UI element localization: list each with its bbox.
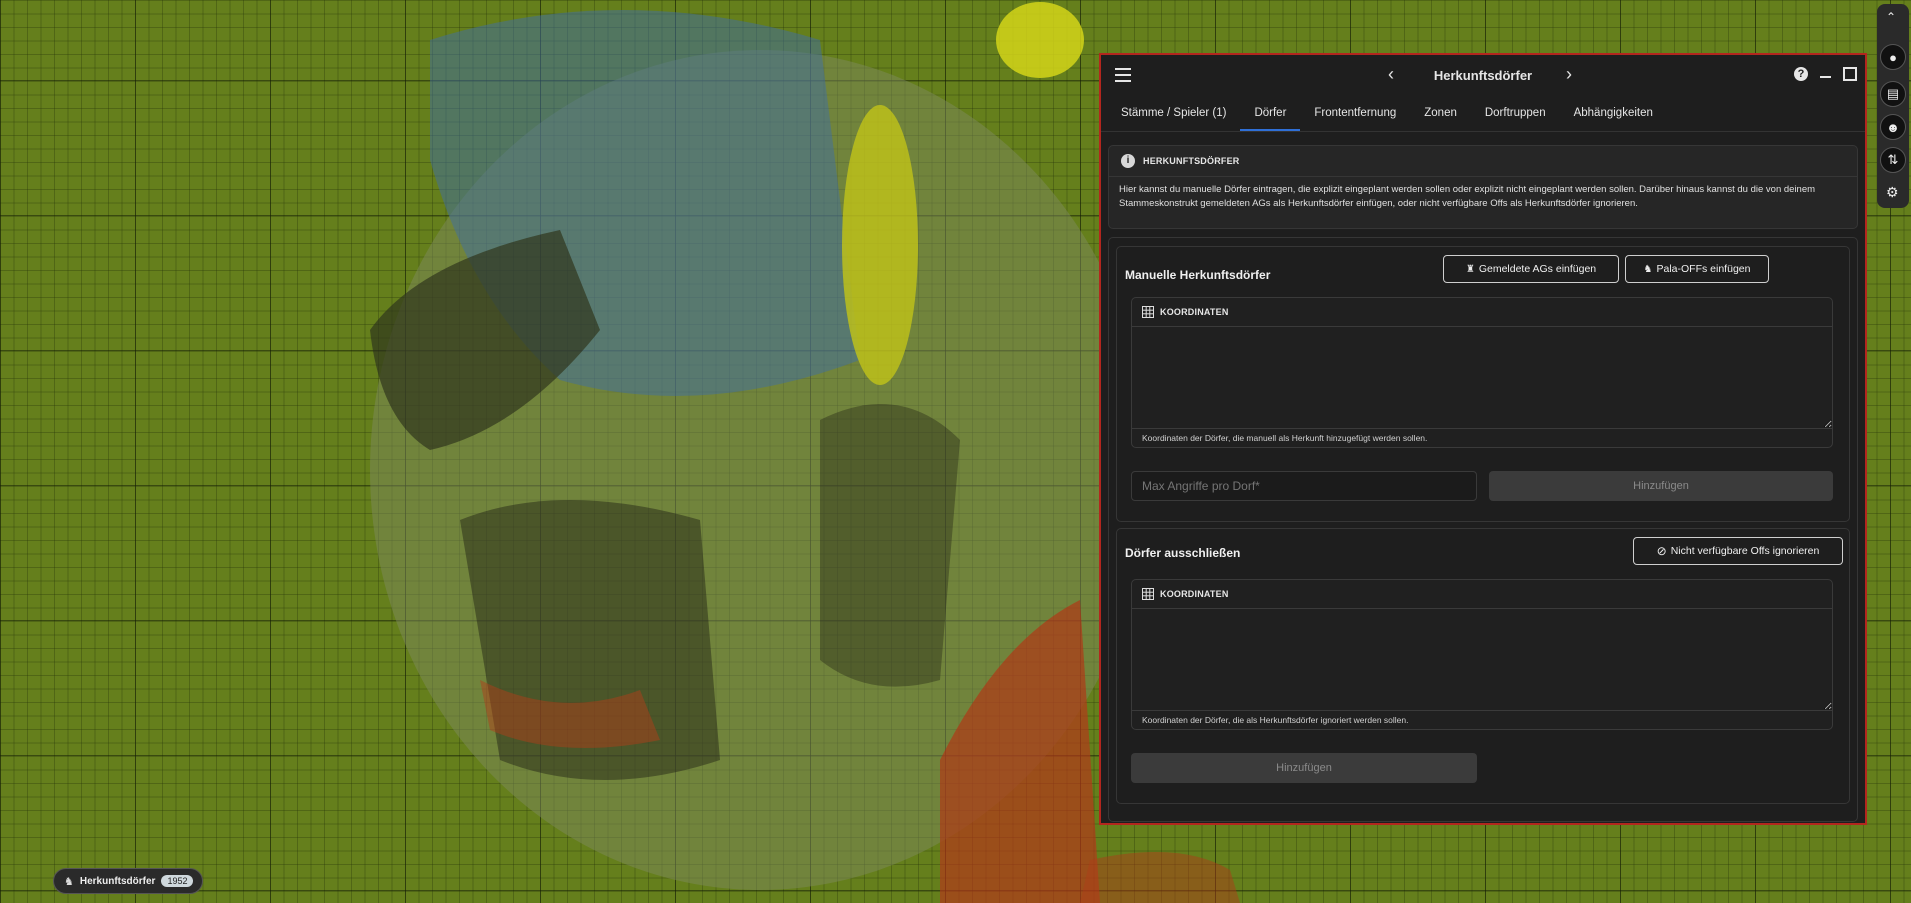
exclude-villages-title: Dörfer ausschließen — [1125, 546, 1241, 560]
manual-add-button[interactable]: Hinzufügen — [1489, 471, 1833, 501]
tab-frontentfernung[interactable]: Frontentfernung — [1300, 97, 1410, 131]
user-icon[interactable]: ☻ — [1880, 114, 1906, 140]
tab-dorftruppen[interactable]: Dorftruppen — [1471, 97, 1560, 131]
exclude-villages-section: Dörfer ausschließen ⊘ Nicht verfügbare O… — [1116, 528, 1850, 804]
info-heading: HERKUNFTSDÖRFER — [1143, 156, 1240, 166]
status-label: Herkunftsdörfer — [79, 875, 156, 887]
chevron-up-icon[interactable]: ⌃ — [1886, 10, 1896, 24]
insert-pala-offs-button[interactable]: ♞ Pala-OFFs einfügen — [1625, 255, 1769, 283]
manual-villages-title: Manuelle Herkunftsdörfer — [1125, 268, 1271, 282]
sort-arrows-icon[interactable]: ⇅ — [1880, 147, 1906, 173]
coin-icon[interactable]: ● — [1880, 44, 1906, 70]
panel-title: Herkunftsdörfer — [1433, 68, 1533, 83]
tab-bar: Stämme / Spieler (1) Dörfer Frontentfern… — [1101, 97, 1865, 132]
block-icon: ⊘ — [1656, 544, 1667, 558]
insert-pala-offs-label: Pala-OFFs einfügen — [1656, 263, 1751, 275]
help-icon[interactable]: ? — [1794, 67, 1808, 81]
ignore-unavailable-offs-label: Nicht verfügbare Offs ignorieren — [1670, 545, 1820, 557]
side-toolbar: ⌃ ● ▤ ☻ ⇅ ⚙ — [1877, 4, 1909, 208]
manual-coordinates-help: Koordinaten der Dörfer, die manuell als … — [1142, 433, 1428, 443]
grid-icon — [1142, 588, 1154, 600]
ignore-unavailable-offs-button[interactable]: ⊘ Nicht verfügbare Offs ignorieren — [1633, 537, 1843, 565]
chevron-right-icon[interactable]: › — [1566, 65, 1572, 83]
herkunftsdoerfer-status-pill[interactable]: ♞ Herkunftsdörfer 1952 — [53, 868, 203, 894]
minimize-icon[interactable] — [1820, 66, 1831, 78]
status-count-badge: 1952 — [161, 875, 194, 887]
manual-coordinates-field: KOORDINATEN Koordinaten der Dörfer, die … — [1131, 297, 1833, 448]
exclude-add-button[interactable]: Hinzufügen — [1131, 753, 1477, 783]
tab-staemme-spieler[interactable]: Stämme / Spieler (1) — [1107, 97, 1240, 131]
insert-reported-ags-label: Gemeldete AGs einfügen — [1478, 263, 1597, 275]
exclude-coordinates-help: Koordinaten der Dörfer, die als Herkunft… — [1142, 715, 1409, 725]
noble-icon: ♜ — [1465, 263, 1475, 275]
manual-villages-section: Manuelle Herkunftsdörfer ♜ Gemeldete AGs… — [1116, 246, 1850, 522]
manual-coordinates-textarea[interactable] — [1132, 327, 1832, 429]
panel-titlebar: ‹ Herkunftsdörfer › ? — [1101, 55, 1865, 97]
maximize-icon[interactable] — [1843, 67, 1857, 81]
herkunftsdoerfer-panel: ‹ Herkunftsdörfer › ? Stämme / Spieler (… — [1099, 53, 1867, 825]
info-text: Hier kannst du manuelle Dörfer eintragen… — [1119, 184, 1816, 209]
info-card: i HERKUNFTSDÖRFER Hier kannst du manuell… — [1108, 145, 1858, 229]
tab-abhaengigkeiten[interactable]: Abhängigkeiten — [1560, 97, 1667, 131]
document-icon[interactable]: ▤ — [1880, 81, 1906, 107]
gear-icon[interactable]: ⚙ — [1886, 184, 1899, 201]
grid-icon — [1142, 306, 1154, 318]
tab-doerfer[interactable]: Dörfer — [1240, 97, 1301, 131]
exclude-coordinates-label: KOORDINATEN — [1160, 589, 1229, 599]
villages-container: Manuelle Herkunftsdörfer ♜ Gemeldete AGs… — [1108, 237, 1858, 822]
info-icon: i — [1121, 154, 1135, 168]
exclude-coordinates-textarea[interactable] — [1132, 609, 1832, 711]
max-attacks-input[interactable] — [1131, 471, 1477, 501]
manual-coordinates-label: KOORDINATEN — [1160, 307, 1229, 317]
tab-zonen[interactable]: Zonen — [1410, 97, 1471, 131]
exclude-coordinates-field: KOORDINATEN Koordinaten der Dörfer, die … — [1131, 579, 1833, 730]
insert-reported-ags-button[interactable]: ♜ Gemeldete AGs einfügen — [1443, 255, 1619, 283]
paladin-icon: ♞ — [1643, 263, 1653, 275]
trophy-icon: ♞ — [64, 875, 74, 888]
